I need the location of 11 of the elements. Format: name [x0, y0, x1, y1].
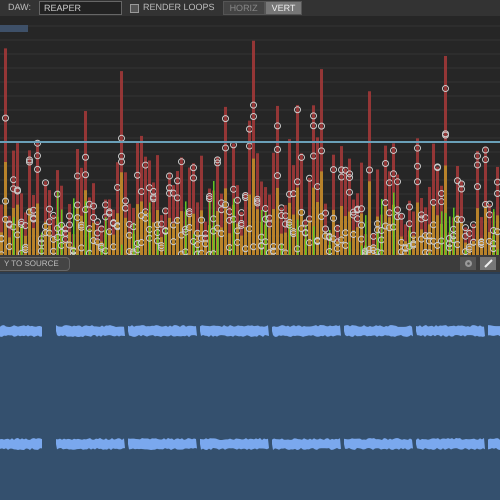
daw-dropdown[interactable]: REAPER [39, 1, 122, 15]
gear-icon [464, 259, 472, 268]
daw-label: DAW: [8, 1, 32, 14]
render-loops-checkbox[interactable] [130, 4, 140, 12]
tool-button[interactable] [460, 257, 476, 270]
render-loops-label: RENDER LOOPS [143, 1, 215, 14]
orientation-tab[interactable]: VERT [264, 1, 302, 15]
pencil-icon [484, 259, 492, 268]
orientation-tab[interactable]: HORIZ [222, 1, 265, 15]
apply-to-source-button[interactable]: Y TO SOURCE [0, 256, 70, 270]
tool-button[interactable] [480, 257, 496, 270]
